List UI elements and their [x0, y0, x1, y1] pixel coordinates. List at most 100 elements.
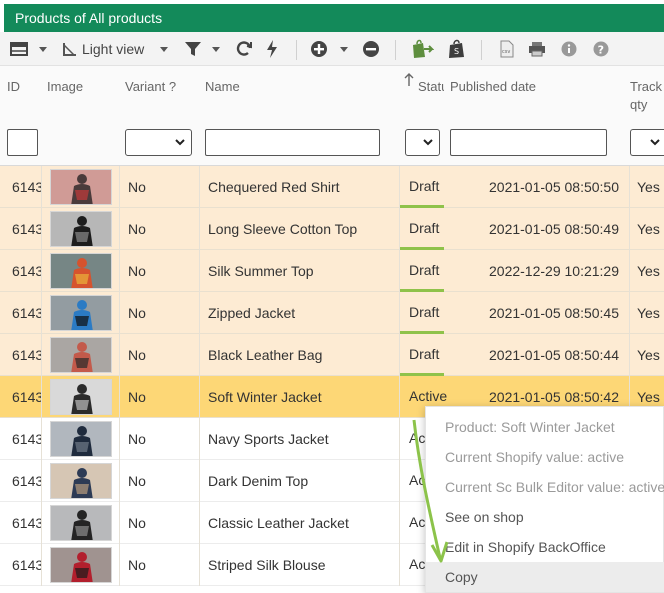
shopify-bag-icon[interactable]: S [448, 39, 466, 58]
cell-id[interactable]: 6143 [12, 502, 41, 544]
cell-track-qty[interactable]: Yes [637, 250, 660, 292]
status-filter-select[interactable] [405, 129, 440, 156]
context-menu-item: Current Shopify value: active [445, 449, 624, 465]
cell-variant[interactable]: No [128, 166, 146, 208]
cell-variant[interactable]: No [128, 292, 146, 334]
grid-dropdown-caret[interactable] [39, 40, 47, 58]
lightning-icon[interactable] [266, 40, 278, 58]
column-header-variant[interactable]: Variant ? [125, 78, 176, 96]
variant-filter-select[interactable] [125, 129, 192, 156]
cell-name[interactable]: Navy Sports Jacket [208, 418, 398, 460]
product-thumbnail[interactable] [50, 463, 112, 499]
cell-id[interactable]: 6143 [12, 376, 41, 418]
cell-track-qty[interactable]: Yes [637, 208, 660, 250]
cell-status[interactable]: Draft [400, 334, 444, 376]
published-date-filter-input[interactable] [450, 129, 607, 156]
info-icon[interactable] [561, 40, 577, 58]
add-icon[interactable] [310, 40, 328, 58]
shopify-sync-icon[interactable] [410, 39, 434, 58]
cell-variant[interactable]: No [128, 250, 146, 292]
context-menu-item[interactable]: Edit in Shopify BackOffice [426, 532, 664, 562]
filter-icon[interactable] [184, 40, 202, 58]
column-header-published-date[interactable]: Published date [450, 78, 536, 96]
cell-id[interactable]: 6143 [12, 166, 41, 208]
cell-name[interactable]: Long Sleeve Cotton Top [208, 208, 398, 250]
cell-published-date[interactable]: 2021-01-05 08:50:50 [489, 166, 619, 208]
cell-id[interactable]: 6143 [12, 250, 41, 292]
cell-published-date[interactable]: 2021-01-05 08:50:45 [489, 292, 619, 334]
table-row[interactable]: 6143 No Long Sleeve Cotton Top Draft 2021-01… [0, 208, 664, 250]
cell-status[interactable]: Draft [400, 208, 444, 250]
product-thumbnail[interactable] [50, 169, 112, 205]
refresh-icon[interactable] [235, 40, 253, 58]
column-header-status[interactable]: Statu [418, 78, 444, 96]
column-divider [119, 418, 120, 460]
column-header-name[interactable]: Name [205, 78, 240, 96]
cell-name[interactable]: Dark Denim Top [208, 460, 398, 502]
column-divider [41, 502, 42, 544]
cell-name[interactable]: Silk Summer Top [208, 250, 398, 292]
table-row[interactable]: 6143 No Chequered Red Shirt Draft 2021-01-05… [0, 166, 664, 208]
column-divider [199, 166, 200, 208]
cell-id[interactable]: 6143 [12, 334, 41, 376]
view-dropdown-caret[interactable] [160, 40, 168, 58]
cell-published-date[interactable]: 2021-01-05 08:50:49 [489, 208, 619, 250]
product-thumbnail[interactable] [50, 547, 112, 583]
cell-status[interactable]: Draft [400, 292, 444, 334]
column-header-id[interactable]: ID [7, 78, 20, 96]
grid-icon[interactable] [10, 40, 28, 58]
table-row[interactable]: 6143 No Zipped Jacket Draft 2021-01-05 08:50… [0, 292, 664, 334]
cell-variant[interactable]: No [128, 502, 146, 544]
cell-variant[interactable]: No [128, 208, 146, 250]
remove-icon[interactable] [362, 40, 380, 58]
table-row[interactable]: 6143 No Black Leather Bag Draft 2021-01-05 0… [0, 334, 664, 376]
cell-id[interactable]: 6143 [12, 208, 41, 250]
csv-icon[interactable]: csv [500, 40, 514, 58]
product-thumbnail[interactable] [50, 253, 112, 289]
product-thumbnail[interactable] [50, 505, 112, 541]
column-header-image[interactable]: Image [47, 78, 83, 96]
table-row[interactable]: 6143 No Silk Summer Top Draft 2022-12-29 10:… [0, 250, 664, 292]
product-thumbnail[interactable] [50, 379, 112, 415]
cell-name[interactable]: Soft Winter Jacket [208, 376, 398, 418]
cell-published-date[interactable]: 2021-01-05 08:50:44 [489, 334, 619, 376]
cell-track-qty[interactable]: Yes [637, 334, 660, 376]
cell-name[interactable]: Zipped Jacket [208, 292, 398, 334]
cell-id[interactable]: 6143 [12, 544, 41, 586]
cell-name[interactable]: Black Leather Bag [208, 334, 398, 376]
cell-id[interactable]: 6143 [12, 292, 41, 334]
product-thumbnail[interactable] [50, 211, 112, 247]
id-filter-input[interactable] [7, 129, 38, 156]
view-selector[interactable]: Light view [62, 40, 144, 58]
cell-status[interactable]: Draft [400, 166, 444, 208]
cell-published-date[interactable]: 2022-12-29 10:21:29 [489, 250, 619, 292]
toolbar: Light view S csv ? [0, 32, 664, 66]
cell-track-qty[interactable]: Yes [637, 166, 660, 208]
help-icon[interactable]: ? [593, 40, 609, 58]
context-menu-item[interactable]: See on shop [426, 502, 664, 532]
context-menu-item[interactable]: Copy [426, 562, 664, 592]
add-dropdown-caret[interactable] [340, 40, 348, 58]
cell-variant[interactable]: No [128, 544, 146, 586]
cell-id[interactable]: 6143 [12, 460, 41, 502]
track-qty-filter-select[interactable] [630, 129, 664, 156]
cell-status[interactable]: Draft [400, 250, 444, 292]
cell-name[interactable]: Striped Silk Blouse [208, 544, 398, 586]
sort-ascending-icon[interactable] [404, 73, 414, 92]
cell-name[interactable]: Chequered Red Shirt [208, 166, 398, 208]
cell-variant[interactable]: No [128, 460, 146, 502]
column-header-track-qty[interactable]: Track qty [630, 78, 664, 114]
product-thumbnail[interactable] [50, 295, 112, 331]
column-divider [119, 292, 120, 334]
product-thumbnail[interactable] [50, 337, 112, 373]
cell-variant[interactable]: No [128, 376, 146, 418]
name-filter-input[interactable] [205, 129, 380, 156]
cell-variant[interactable]: No [128, 418, 146, 460]
cell-track-qty[interactable]: Yes [637, 292, 660, 334]
print-icon[interactable] [528, 40, 546, 58]
cell-variant[interactable]: No [128, 334, 146, 376]
filter-dropdown-caret[interactable] [212, 40, 220, 58]
cell-id[interactable]: 6143 [12, 418, 41, 460]
product-thumbnail[interactable] [50, 421, 112, 457]
cell-name[interactable]: Classic Leather Jacket [208, 502, 398, 544]
